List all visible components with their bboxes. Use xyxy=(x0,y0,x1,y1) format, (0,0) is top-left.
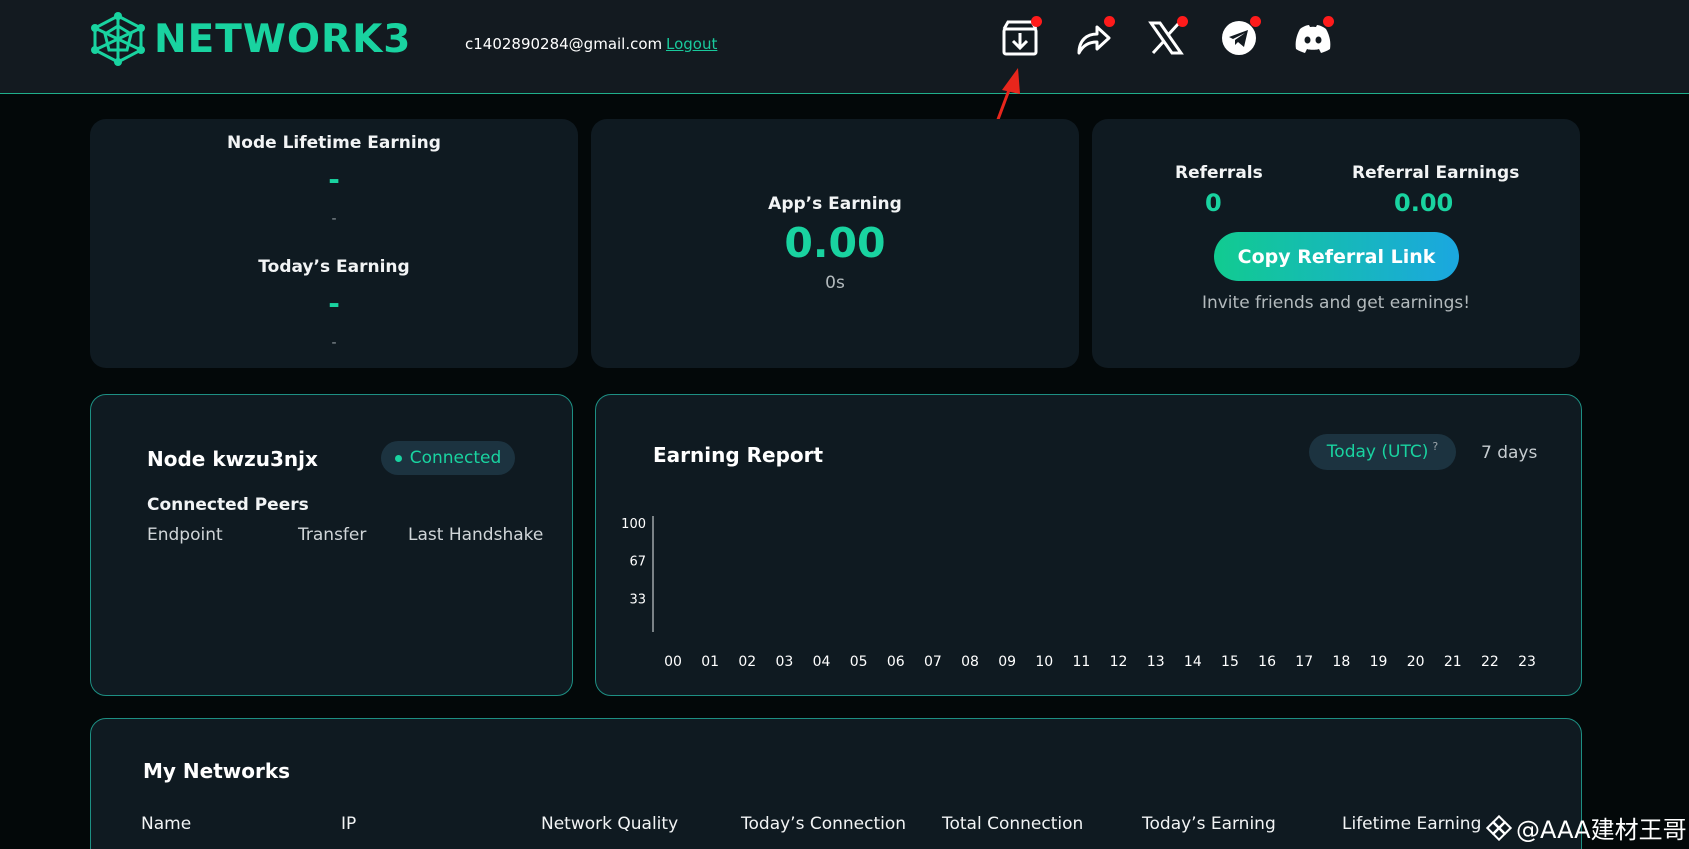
share-button[interactable] xyxy=(1071,16,1115,60)
notification-dot xyxy=(1250,16,1261,27)
column-ip: IP xyxy=(341,814,357,834)
referral-earnings-label: Referral Earnings xyxy=(1352,163,1520,183)
referrals-value: 0 xyxy=(1205,189,1222,217)
notification-dot xyxy=(1031,16,1042,27)
column-lifetime-earning: Lifetime Earning xyxy=(1342,814,1482,834)
app-earning-value: 0.00 xyxy=(784,219,886,267)
status-text: Connected xyxy=(409,448,502,468)
x-twitter-button[interactable] xyxy=(1144,16,1188,60)
x-tick-label: 10 xyxy=(1035,654,1053,670)
x-tick-label: 16 xyxy=(1258,654,1276,670)
app-earning-time: 0s xyxy=(825,273,845,293)
node-name: Node kwzu3njx xyxy=(147,447,318,471)
today-earning-label: Today’s Earning xyxy=(258,257,410,277)
x-tick-label: 09 xyxy=(998,654,1016,670)
lifetime-earning-sub: - xyxy=(331,211,337,227)
app-earning-card: App’s Earning 0.00 0s xyxy=(591,119,1079,368)
y-tick-label: 33 xyxy=(629,593,646,608)
today-earning-value: - xyxy=(328,287,340,320)
node-card: Node kwzu3njx Connected Peers Endpoint T… xyxy=(90,394,573,696)
column-transfer: Transfer xyxy=(298,525,367,545)
x-tick-label: 11 xyxy=(1073,654,1091,670)
binance-diamond-icon xyxy=(1486,814,1512,841)
x-tick-label: 01 xyxy=(701,654,719,670)
node-earning-card: Node Lifetime Earning - - Today’s Earnin… xyxy=(90,119,578,368)
download-button[interactable] xyxy=(998,16,1042,60)
x-tick-label: 18 xyxy=(1332,654,1350,670)
column-last-handshake: Last Handshake xyxy=(408,525,544,545)
referral-earnings-value: 0.00 xyxy=(1394,189,1454,217)
column-endpoint: Endpoint xyxy=(147,525,223,545)
watermark: @AAA建材王哥 xyxy=(1486,810,1687,845)
user-email: c1402890284@gmail.com xyxy=(465,35,663,53)
x-tick-label: 23 xyxy=(1518,654,1536,670)
notification-dot xyxy=(1323,16,1334,27)
my-networks-title: My Networks xyxy=(143,759,291,783)
referrals-label: Referrals xyxy=(1175,163,1263,183)
status-dot-icon xyxy=(394,454,402,462)
app-earning-label: App’s Earning xyxy=(768,194,902,214)
today-earning-sub: - xyxy=(331,335,337,351)
logo-text: NETWORK3 xyxy=(154,16,412,62)
y-tick-label: 100 xyxy=(621,517,646,532)
x-tick-label: 00 xyxy=(664,654,682,670)
top-header: NETWORK3 c1402890284@gmail.com Logout xyxy=(0,0,1689,94)
column-todays-earning: Today’s Earning xyxy=(1142,814,1276,834)
network3-logo[interactable]: NETWORK3 xyxy=(89,12,411,66)
notification-dot xyxy=(1177,16,1188,27)
network-logo-icon xyxy=(91,12,145,66)
x-tick-label: 20 xyxy=(1407,654,1425,670)
x-tick-label: 06 xyxy=(887,654,905,670)
x-tick-label: 05 xyxy=(850,654,868,670)
x-tick-label: 15 xyxy=(1221,654,1239,670)
column-network-quality: Network Quality xyxy=(541,814,679,834)
lifetime-earning-value: - xyxy=(328,163,340,196)
column-total-connection: Total Connection xyxy=(942,814,1084,834)
telegram-button[interactable] xyxy=(1217,16,1261,60)
x-tick-label: 17 xyxy=(1295,654,1313,670)
x-tick-label: 02 xyxy=(738,654,756,670)
x-tick-label: 12 xyxy=(1110,654,1128,670)
x-tick-label: 08 xyxy=(961,654,979,670)
x-tick-label: 07 xyxy=(924,654,942,670)
watermark-text: @AAA建材王哥 xyxy=(1516,816,1687,844)
x-tick-label: 04 xyxy=(813,654,831,670)
copy-referral-link-button[interactable]: Copy Referral Link xyxy=(1214,232,1459,281)
earning-chart: 100 67 33 00 01 02 03 04 05 06 07 08 09 10 11 12 13 14 15 1… xyxy=(621,516,1536,670)
x-tick-label: 03 xyxy=(775,654,793,670)
x-tick-label: 22 xyxy=(1481,654,1499,670)
column-name: Name xyxy=(141,814,192,834)
invite-text: Invite friends and get earnings! xyxy=(1201,293,1471,313)
status-badge: Connected xyxy=(381,441,515,475)
x-tick-label: 14 xyxy=(1184,654,1202,670)
column-todays-connection: Today’s Connection xyxy=(741,814,907,834)
connected-peers-label: Connected Peers xyxy=(147,495,309,515)
x-tick-label: 21 xyxy=(1444,654,1462,670)
notification-dot xyxy=(1104,16,1115,27)
my-networks-card: My Networks Name IP Network Quality Toda… xyxy=(90,718,1582,849)
logout-link[interactable]: Logout xyxy=(666,35,717,53)
x-tick-label: 13 xyxy=(1147,654,1165,670)
discord-button[interactable] xyxy=(1290,16,1334,60)
lifetime-earning-label: Node Lifetime Earning xyxy=(227,133,441,153)
y-tick-label: 67 xyxy=(629,554,646,569)
x-tick-label: 19 xyxy=(1370,654,1388,670)
